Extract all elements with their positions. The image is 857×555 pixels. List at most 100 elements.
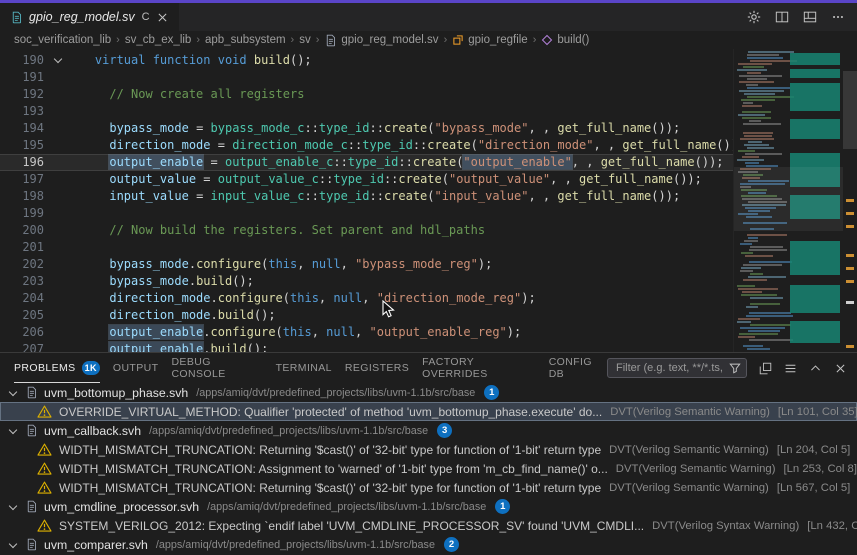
- code-token: ,: [362, 291, 376, 305]
- code-line-201[interactable]: 201: [0, 239, 857, 256]
- code-line-203[interactable]: 203 bypass_mode.build();: [0, 273, 857, 290]
- chevron-down-icon[interactable]: [9, 425, 17, 433]
- minimap[interactable]: [733, 49, 843, 352]
- code-line-199[interactable]: 199: [0, 205, 857, 222]
- chevron-down-icon[interactable]: [9, 387, 17, 395]
- problem-row[interactable]: WIDTH_MISMATCH_TRUNCATION: Returning '$c…: [0, 478, 857, 497]
- fold-column[interactable]: [50, 52, 66, 69]
- code-token: "direction_mode_reg": [377, 291, 522, 305]
- code-token: direction_mode: [109, 308, 210, 322]
- editor-tab[interactable]: gpio_reg_model.svC: [0, 3, 180, 31]
- panel-tab-debug-console[interactable]: DEBUG CONSOLE: [171, 353, 262, 383]
- overview-ruler[interactable]: [843, 49, 857, 352]
- gear-icon[interactable]: [747, 10, 761, 24]
- scrollbar-thumb[interactable]: [843, 71, 857, 149]
- code-token: virtual function void: [95, 53, 254, 67]
- layout-icon[interactable]: [803, 10, 817, 24]
- code-line-196[interactable]: 196 output_enable = output_enable_c::typ…: [0, 154, 857, 171]
- problem-file-row[interactable]: uvm_comparer.svh/apps/amiq/dvt/predefine…: [0, 535, 857, 554]
- code-line-207[interactable]: 207 output_enable.build();: [0, 341, 857, 352]
- funnel-icon[interactable]: [729, 362, 741, 374]
- code-line-195[interactable]: 195 direction_mode = direction_mode_c::t…: [0, 137, 857, 154]
- panel-tab-problems[interactable]: PROBLEMS1K: [14, 353, 100, 383]
- minimap-line: [739, 75, 782, 77]
- code-token: ());: [651, 121, 680, 135]
- problem-row[interactable]: OVERRIDE_VIRTUAL_METHOD: Qualifier 'prot…: [0, 402, 857, 421]
- panel-tab-factory-overrides[interactable]: FACTORY OVERRIDES: [422, 353, 536, 383]
- code-line-198[interactable]: 198 input_value = input_value_c::type_id…: [0, 188, 857, 205]
- breadcrumb-item-apb-subsystem[interactable]: apb_subsystem: [205, 34, 286, 46]
- overview-mark: [846, 225, 854, 228]
- close-icon[interactable]: [834, 362, 847, 375]
- code-token: (: [276, 325, 283, 339]
- code-editor[interactable]: 189190 virtual function void build();191…: [0, 49, 857, 352]
- breadcrumb-item-soc-verification-lib[interactable]: soc_verification_lib: [14, 34, 111, 46]
- code-token: );: [521, 291, 535, 305]
- fold-chevron-icon[interactable]: [54, 55, 62, 63]
- breadcrumb-label: build(): [557, 34, 589, 46]
- breadcrumb-label: sv_cb_ex_lib: [125, 34, 191, 46]
- problem-file-row[interactable]: uvm_callback.svh/apps/amiq/dvt/predefine…: [0, 421, 857, 440]
- problem-file-name: uvm_comparer.svh: [44, 538, 148, 552]
- code-line-202[interactable]: 202 bypass_mode.configure(this, null, "b…: [0, 256, 857, 273]
- panel-tab-output[interactable]: OUTPUT: [113, 353, 159, 383]
- list-view-icon[interactable]: [784, 362, 797, 375]
- chevron-down-icon[interactable]: [9, 539, 17, 547]
- code-line-197[interactable]: 197 output_value = output_value_c::type_…: [0, 171, 857, 188]
- problem-file-path: /apps/amiq/dvt/predefined_projects/libs/…: [207, 500, 486, 513]
- breadcrumb-separator: ›: [316, 34, 320, 46]
- breadcrumb-item-sv-cb-ex-lib[interactable]: sv_cb_ex_lib: [125, 34, 191, 46]
- problem-file-row[interactable]: uvm_cmdline_processor.svh/apps/amiq/dvt/…: [0, 497, 857, 516]
- chevron-up-icon[interactable]: [809, 362, 822, 375]
- code-token: "bypass_mode": [435, 121, 529, 135]
- problem-count-badge: 1: [495, 499, 510, 514]
- minimap-line: [749, 249, 787, 251]
- fold-column: [50, 171, 66, 188]
- breadcrumb-item-gpio-regfile[interactable]: gpio_regfile: [452, 34, 527, 46]
- minimap-line: [740, 138, 774, 140]
- code-line-194[interactable]: 194 bypass_mode = bypass_mode_c::type_id…: [0, 120, 857, 137]
- line-number: 196: [0, 154, 50, 171]
- breadcrumb-separator: ›: [196, 34, 200, 46]
- minimap-line: [749, 261, 792, 263]
- code-line-206[interactable]: 206 output_enable.configure(this, null, …: [0, 324, 857, 341]
- filter-input[interactable]: [614, 361, 726, 375]
- fold-column: [50, 290, 66, 307]
- panel-tab-terminal[interactable]: TERMINAL: [276, 353, 332, 383]
- filter-box[interactable]: [607, 358, 747, 378]
- minimap-line: [748, 276, 786, 278]
- chevron-down-icon[interactable]: [9, 501, 17, 509]
- problem-row[interactable]: WIDTH_MISMATCH_TRUNCATION: Assignment to…: [0, 459, 857, 478]
- more-icon[interactable]: [831, 10, 845, 24]
- close-icon[interactable]: [156, 11, 169, 24]
- problem-source: DVT(Verilog Semantic Warning): [610, 406, 770, 418]
- breadcrumb-item-build-[interactable]: build(): [541, 34, 589, 46]
- open-in-editor-icon[interactable]: [759, 362, 772, 375]
- sv-file-icon: [10, 11, 23, 24]
- code-text: virtual function void build();: [66, 52, 312, 69]
- minimap-slider[interactable]: [734, 167, 843, 231]
- panel-tab-registers[interactable]: REGISTERS: [345, 353, 409, 383]
- code-line-205[interactable]: 205 direction_mode.build();: [0, 307, 857, 324]
- code-line-191[interactable]: 191: [0, 69, 857, 86]
- code-line-192[interactable]: 192 // Now create all registers: [0, 86, 857, 103]
- code-token: bypass_mode: [109, 257, 188, 271]
- code-line-200[interactable]: 200 // Now build the registers. Set pare…: [0, 222, 857, 239]
- code-token: =: [203, 155, 225, 169]
- minimap-line: [738, 336, 755, 338]
- code-token: input_value_c: [211, 189, 305, 203]
- code-line-190[interactable]: 190 virtual function void build();: [0, 52, 857, 69]
- problem-row[interactable]: WIDTH_MISMATCH_TRUNCATION: Returning '$c…: [0, 440, 857, 459]
- problem-file-row[interactable]: uvm_bottomup_phase.svh/apps/amiq/dvt/pre…: [0, 383, 857, 402]
- code-line-193[interactable]: 193: [0, 103, 857, 120]
- breadcrumb-item-gpio-reg-model-sv[interactable]: gpio_reg_model.sv: [324, 34, 438, 47]
- panel-tab-config-db[interactable]: CONFIG DB: [549, 353, 607, 383]
- minimap-line: [742, 291, 762, 293]
- code-token: direction_mode_c: [232, 138, 348, 152]
- file-icon: [25, 538, 38, 551]
- code-line-204[interactable]: 204 direction_mode.configure(this, null,…: [0, 290, 857, 307]
- breadcrumb-item-sv[interactable]: sv: [299, 34, 311, 46]
- split-editor-icon[interactable]: [775, 10, 789, 24]
- minimap-decoration: [790, 285, 840, 313]
- problem-row[interactable]: SYSTEM_VERILOG_2012: Expecting `endif la…: [0, 516, 857, 535]
